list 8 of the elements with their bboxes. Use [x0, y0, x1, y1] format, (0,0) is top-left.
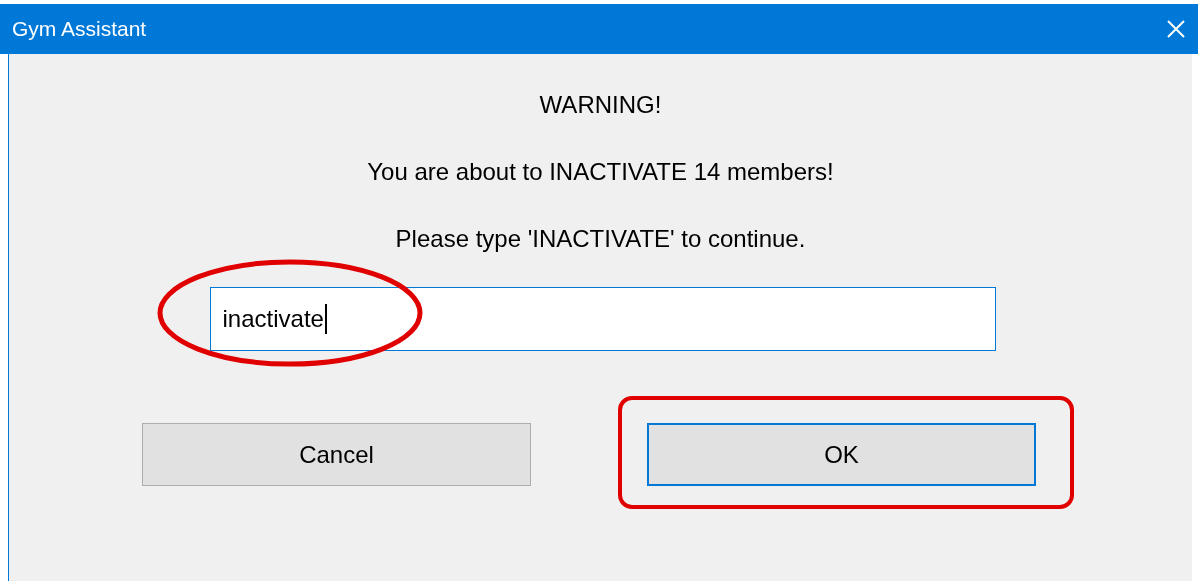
close-icon[interactable]: [1166, 19, 1186, 39]
ok-button[interactable]: OK: [647, 423, 1036, 486]
cancel-button[interactable]: Cancel: [142, 423, 531, 486]
message-text: Please type 'INACTIVATE' to continue.: [395, 224, 806, 254]
window-title: Gym Assistant: [12, 17, 147, 41]
message-text: You are about to INACTIVATE 14 members!: [367, 157, 834, 187]
message-text: WARNING!: [539, 90, 662, 120]
input-field[interactable]: inactivate: [209, 287, 996, 351]
